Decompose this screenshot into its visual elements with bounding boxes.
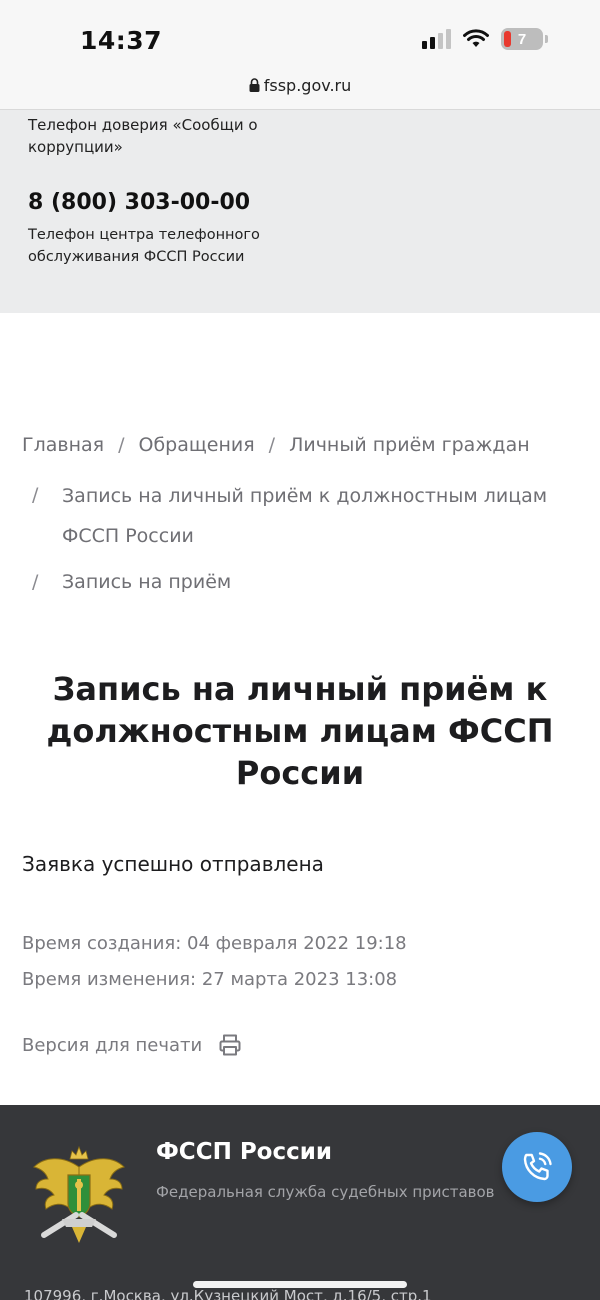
hotline-label: Телефон доверия «Сообщи о коррупции»	[28, 116, 258, 156]
address-bar[interactable]: fssp.gov.ru	[0, 76, 600, 95]
footer-title: ФССП России	[156, 1139, 332, 1165]
fssp-emblem-icon	[33, 1145, 125, 1243]
wifi-icon	[463, 29, 489, 47]
phone-label: Телефон центра телефонного обслуживания …	[28, 227, 260, 265]
cellular-signal-icon	[422, 29, 451, 49]
footer: ФССП России Федеральная служба судебных …	[0, 1105, 600, 1300]
hotline-phone[interactable]: 8 (800) 303-00-00	[28, 190, 250, 215]
battery-icon: 7	[501, 28, 548, 50]
breadcrumb-separator: /	[268, 434, 276, 456]
battery-level: 7	[517, 30, 527, 48]
print-version-label: Версия для печати	[22, 1034, 203, 1056]
call-button[interactable]	[502, 1132, 572, 1202]
url-text: fssp.gov.ru	[263, 76, 352, 95]
browser-top-bar: 14:37 7 fssp.gov.ru	[0, 0, 600, 110]
breadcrumb-separator: /	[32, 571, 39, 593]
status-time: 14:37	[80, 26, 163, 55]
status-icons: 7	[422, 28, 548, 50]
breadcrumb-home[interactable]: Главная	[22, 434, 104, 456]
breadcrumb-appointment-officials[interactable]: Запись на личный приём к должностным лиц…	[62, 485, 547, 547]
home-indicator	[193, 1281, 407, 1288]
breadcrumb-separator: /	[118, 434, 125, 456]
submission-status: Заявка успешно отправлена	[22, 852, 324, 876]
breadcrumb-separator: /	[32, 484, 39, 506]
printer-icon	[219, 1034, 241, 1056]
print-version-link[interactable]: Версия для печати	[22, 1033, 242, 1057]
breadcrumb-current: Запись на приём	[62, 571, 232, 593]
breadcrumb-appeals[interactable]: Обращения	[138, 434, 254, 456]
footer-address: 107996, г.Москва, ул.Кузнецкий Мост, д.1…	[24, 1287, 432, 1300]
phone-icon	[523, 1152, 552, 1181]
created-time: Время создания: 04 февраля 2022 19:18	[22, 933, 407, 954]
breadcrumb-personal-reception[interactable]: Личный приём граждан	[289, 434, 530, 456]
page-title: Запись на личный приём к должностным лиц…	[46, 670, 554, 792]
footer-subtitle: Федеральная служба судебных приставов	[156, 1183, 495, 1201]
contact-block: Телефон доверия «Сообщи о коррупции» 8 (…	[0, 110, 600, 313]
lock-icon	[249, 78, 260, 92]
modified-time: Время изменения: 27 марта 2023 13:08	[22, 969, 398, 990]
